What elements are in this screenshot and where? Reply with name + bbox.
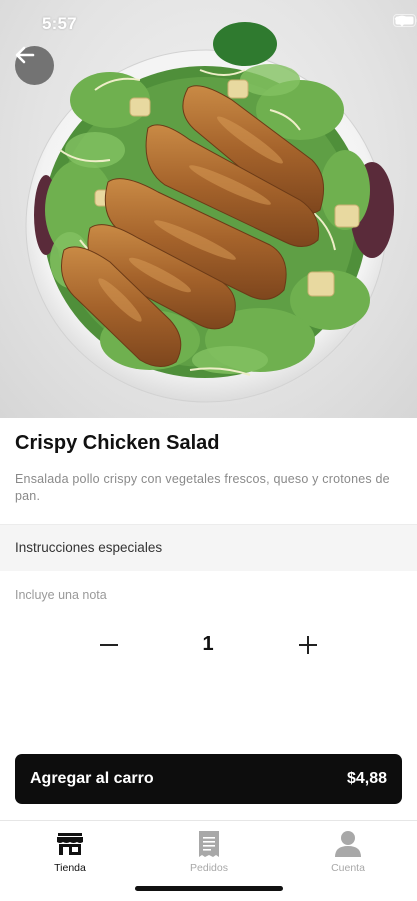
add-to-cart-label: Agregar al carro [30,770,154,788]
quantity-value: 1 [190,633,226,656]
tab-orders-label: Pedidos [190,862,228,874]
receipt-icon [198,830,220,858]
back-button[interactable] [15,46,54,85]
tab-account[interactable]: Cuenta [303,829,393,879]
special-instructions-label: Instrucciones especiales [15,540,162,555]
tab-store[interactable]: Tienda [25,829,115,879]
add-to-cart-price: $4,88 [347,770,387,788]
tab-orders[interactable]: Pedidos [164,829,254,879]
user-icon [334,830,362,858]
product-description: Ensalada pollo crispy con vegetales fres… [15,471,407,505]
battery-icon [393,14,417,27]
tab-store-label: Tienda [54,862,86,874]
status-bar: 5:57 [0,0,417,46]
plus-icon [299,636,317,654]
home-indicator [135,886,283,891]
salad-illustration [0,0,417,418]
status-time: 5:57 [42,14,77,34]
special-instructions-header: Instrucciones especiales [0,524,417,571]
increase-quantity-button[interactable] [293,630,323,660]
minus-icon [100,643,118,647]
product-image: 5:57 [0,0,417,418]
note-input[interactable] [15,584,403,606]
product-title: Crispy Chicken Salad [15,432,220,455]
arrow-left-icon [15,46,35,64]
tab-account-label: Cuenta [331,862,365,874]
add-to-cart-button[interactable]: Agregar al carro $4,88 [15,754,402,804]
store-icon [56,832,84,856]
decrease-quantity-button[interactable] [94,630,124,660]
